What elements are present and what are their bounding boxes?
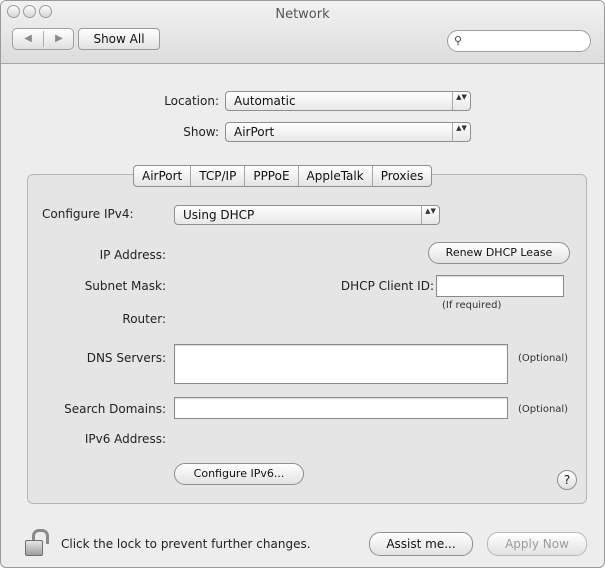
lock-message: Click the lock to prevent further change… [61, 537, 311, 551]
lock-icon[interactable] [25, 529, 49, 557]
configure-ipv4-label: Configure IPv4: [42, 207, 134, 221]
search-domains-field[interactable] [174, 397, 508, 419]
assist-me-button[interactable]: Assist me... [369, 532, 473, 556]
forward-arrow-icon[interactable]: ▶ [44, 29, 74, 49]
magnifier-search-icon: ⚲ [454, 34, 463, 47]
dhcp-client-id-field[interactable] [436, 275, 564, 297]
help-button[interactable]: ? [557, 470, 577, 490]
dns-servers-field[interactable] [174, 344, 508, 384]
back-arrow-icon[interactable]: ◀ [13, 29, 43, 49]
back-forward-control: ◀ ▶ [12, 28, 74, 50]
apply-now-button[interactable]: Apply Now [487, 532, 587, 556]
network-tabs: AirPort TCP/IP PPPoE AppleTalk Proxies [133, 165, 433, 187]
search-domains-optional-note: (Optional) [518, 404, 569, 415]
tab-airport[interactable]: AirPort [134, 166, 190, 186]
popup-arrows-icon: ▲▼ [452, 123, 470, 141]
location-value: Automatic [234, 94, 296, 108]
popup-arrows-icon: ▲▼ [421, 206, 439, 224]
ipv6-address-label: IPv6 Address: [84, 432, 166, 446]
dns-servers-label: DNS Servers: [86, 351, 166, 365]
show-value: AirPort [234, 125, 275, 139]
title-bar: Network ◀ ▶ Show All ⚲ [1, 1, 604, 64]
ip-address-label: IP Address: [99, 248, 166, 262]
tab-tcpip[interactable]: TCP/IP [190, 166, 244, 186]
tcpip-panel: Configure IPv4: Using DHCP ▲▼ IP Address… [27, 174, 587, 504]
location-label: Location: [164, 94, 219, 108]
tab-proxies[interactable]: Proxies [371, 166, 432, 186]
router-label: Router: [122, 312, 166, 326]
if-required-note: (If required) [442, 300, 502, 311]
renew-dhcp-lease-button[interactable]: Renew DHCP Lease [428, 242, 570, 264]
popup-arrows-icon: ▲▼ [452, 92, 470, 110]
window-title: Network [275, 7, 330, 22]
dns-optional-note: (Optional) [518, 353, 569, 364]
lock-body [25, 540, 43, 556]
subnet-mask-label: Subnet Mask: [84, 279, 166, 293]
tab-pppoe[interactable]: PPPoE [244, 166, 297, 186]
configure-ipv4-value: Using DHCP [183, 208, 255, 222]
search-domains-label: Search Domains: [64, 402, 166, 416]
configure-ipv4-popup[interactable]: Using DHCP ▲▼ [174, 205, 440, 225]
search-field[interactable]: ⚲ [447, 30, 591, 52]
show-all-button[interactable]: Show All [78, 28, 160, 50]
location-popup[interactable]: Automatic ▲▼ [225, 91, 471, 111]
network-preferences-window: Network ◀ ▶ Show All ⚲ Location: Automat… [0, 0, 605, 568]
configure-ipv6-button[interactable]: Configure IPv6... [174, 463, 304, 485]
show-popup[interactable]: AirPort ▲▼ [225, 122, 471, 142]
show-label: Show: [183, 125, 219, 139]
tab-appletalk[interactable]: AppleTalk [297, 166, 372, 186]
dhcp-client-id-label: DHCP Client ID: [340, 279, 434, 293]
